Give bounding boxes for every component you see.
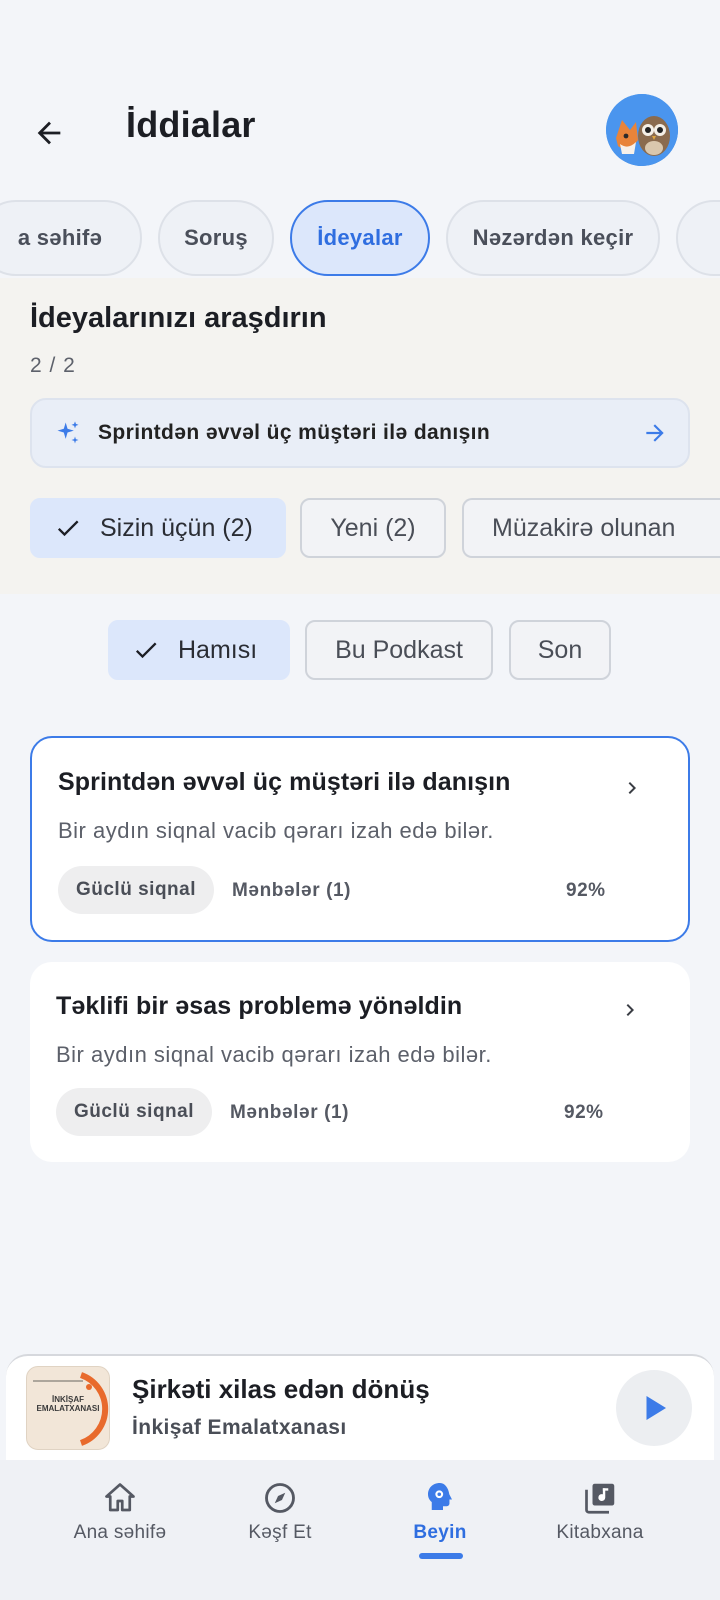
library-music-icon	[585, 1483, 615, 1514]
chip-label: Bu Podkast	[335, 635, 463, 664]
filter-new[interactable]: Yeni (2)	[300, 498, 446, 558]
home-icon	[105, 1483, 135, 1512]
mini-player[interactable]: İNKİŞAF EMALATXANASI Şirkəti xilas edən …	[6, 1354, 714, 1460]
tab-label: Soruş	[184, 225, 248, 250]
card-description: Bir aydın siqnal vacib qərarı izah edə b…	[58, 818, 494, 843]
nav-label: Kəşf Et	[248, 1522, 312, 1543]
back-button[interactable]	[26, 110, 72, 156]
check-icon	[57, 520, 79, 537]
filter-recent[interactable]: Son	[509, 620, 611, 680]
tab-ask[interactable]: Soruş	[158, 200, 274, 276]
section-title: İdeyalarınızı araşdırın	[30, 302, 327, 334]
player-subtitle: İnkişaf Emalatxanası	[132, 1416, 347, 1439]
brain-icon	[428, 1483, 452, 1510]
chevron-right-icon	[628, 782, 636, 794]
check-icon	[135, 642, 157, 659]
suggestion-banner[interactable]: Sprintdən əvvəl üç müştəri ilə danışın	[30, 398, 690, 468]
arrow-right-icon	[646, 424, 664, 442]
chip-label: Son	[537, 635, 583, 664]
tab-label: Nəzərdən keçir	[472, 225, 634, 250]
sources-link[interactable]: Mənbələr (1)	[230, 1102, 349, 1124]
filter-this-podcast[interactable]: Bu Podkast	[305, 620, 493, 680]
suggestion-text: Sprintdən əvvəl üç müştəri ilə danışın	[98, 421, 491, 444]
confidence-percent: 92%	[566, 880, 606, 901]
tab-ideas[interactable]: İdeyalar	[290, 200, 430, 276]
chip-label: Sizin üçün (2)	[100, 513, 253, 542]
tab-label: İdeyalar	[317, 225, 403, 250]
cover-text: İNKİŞAF EMALATXANASI	[36, 1395, 100, 1413]
podcast-cover: İNKİŞAF EMALATXANASI	[26, 1366, 110, 1450]
page-title: İddialar	[126, 104, 256, 145]
nav-library[interactable]: Kitabxana	[520, 1480, 680, 1544]
card-title: Sprintdən əvvəl üç müştəri ilə danışın	[58, 768, 511, 796]
nav-discover[interactable]: Kəşf Et	[200, 1480, 360, 1544]
claim-card[interactable]: Sprintdən əvvəl üç müştəri ilə danışın B…	[30, 736, 690, 942]
nav-home[interactable]: Ana səhifə	[40, 1480, 200, 1544]
chip-label: Yeni (2)	[330, 513, 416, 542]
claim-card[interactable]: Təklifi bir əsas problemə yönəldin Bir a…	[30, 962, 690, 1162]
tab-more[interactable]	[676, 200, 720, 276]
chip-label: Müzakirə olunan	[492, 513, 676, 542]
signal-badge: Güclü siqnal	[58, 866, 214, 914]
nav-brain[interactable]: Beyin	[360, 1480, 520, 1544]
nav-label: Beyin	[413, 1522, 467, 1543]
sources-link[interactable]: Mənbələr (1)	[232, 880, 351, 902]
avatar[interactable]	[606, 94, 678, 166]
player-title: Şirkəti xilas edən dönüş	[132, 1374, 430, 1404]
filter-discussed[interactable]: Müzakirə olunan	[462, 498, 720, 558]
confidence-percent: 92%	[564, 1102, 604, 1123]
chevron-right-icon	[626, 1004, 634, 1016]
arrow-left-icon	[37, 121, 61, 145]
compass-icon	[265, 1483, 295, 1513]
card-description: Bir aydın siqnal vacib qərarı izah edə b…	[56, 1042, 492, 1067]
play-button[interactable]	[616, 1370, 692, 1446]
filter-all[interactable]: Hamısı	[108, 620, 290, 680]
nav-label: Kitabxana	[556, 1522, 644, 1543]
nav-label: Ana səhifə	[73, 1522, 167, 1543]
tab-label: a səhifə	[17, 225, 103, 250]
tab-home[interactable]: a səhifə	[0, 200, 142, 276]
chip-label: Hamısı	[178, 635, 258, 664]
signal-badge: Güclü siqnal	[56, 1088, 212, 1136]
card-title: Təklifi bir əsas problemə yönəldin	[56, 992, 463, 1020]
fox-and-owl-avatar	[606, 94, 678, 166]
result-count: 2 / 2	[30, 354, 76, 377]
bottom-navigation: Ana səhifə Kəşf Et Beyin Kitabxana	[0, 1460, 720, 1600]
explore-section: İdeyalarınızı araşdırın 2 / 2 Sprintdən …	[0, 278, 720, 594]
top-tabs: a səhifə Soruş İdeyalar Nəzərdən keçir	[0, 200, 720, 278]
filter-for-you[interactable]: Sizin üçün (2)	[30, 498, 286, 558]
tab-review[interactable]: Nəzərdən keçir	[446, 200, 660, 276]
play-icon	[646, 1396, 666, 1420]
sparkles-icon	[57, 421, 79, 444]
top-app-bar: İddialar	[0, 90, 720, 170]
nav-active-indicator	[419, 1553, 463, 1559]
